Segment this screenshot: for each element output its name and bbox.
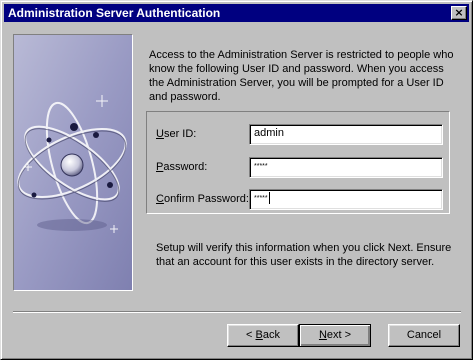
atom-orbit-graphic — [14, 35, 132, 290]
verify-note: Setup will verify this information when … — [156, 242, 452, 268]
text-caret — [268, 192, 270, 205]
intro-description: Access to the Administration Server is r… — [149, 49, 454, 103]
confirm-password-value: ***** — [254, 195, 268, 202]
next-button[interactable]: Next > — [299, 324, 371, 347]
button-separator — [13, 311, 461, 313]
window-title: Administration Server Authentication — [8, 6, 221, 20]
user-id-input[interactable]: admin — [249, 124, 443, 145]
setup-dialog: Administration Server Authentication × A… — [0, 0, 473, 360]
password-label: Password: — [156, 161, 208, 173]
title-bar[interactable]: Administration Server Authentication × — [4, 4, 469, 22]
password-input[interactable]: ***** — [249, 157, 443, 178]
user-id-label: User ID: — [156, 128, 197, 140]
confirm-password-label: Confirm Password: — [156, 193, 249, 205]
setup-graphic — [13, 34, 133, 291]
cancel-button[interactable]: Cancel — [388, 324, 460, 347]
close-icon: × — [454, 6, 464, 19]
confirm-password-input[interactable]: ***** — [249, 189, 443, 210]
close-button[interactable]: × — [451, 6, 467, 20]
back-button[interactable]: < Back — [227, 324, 299, 347]
